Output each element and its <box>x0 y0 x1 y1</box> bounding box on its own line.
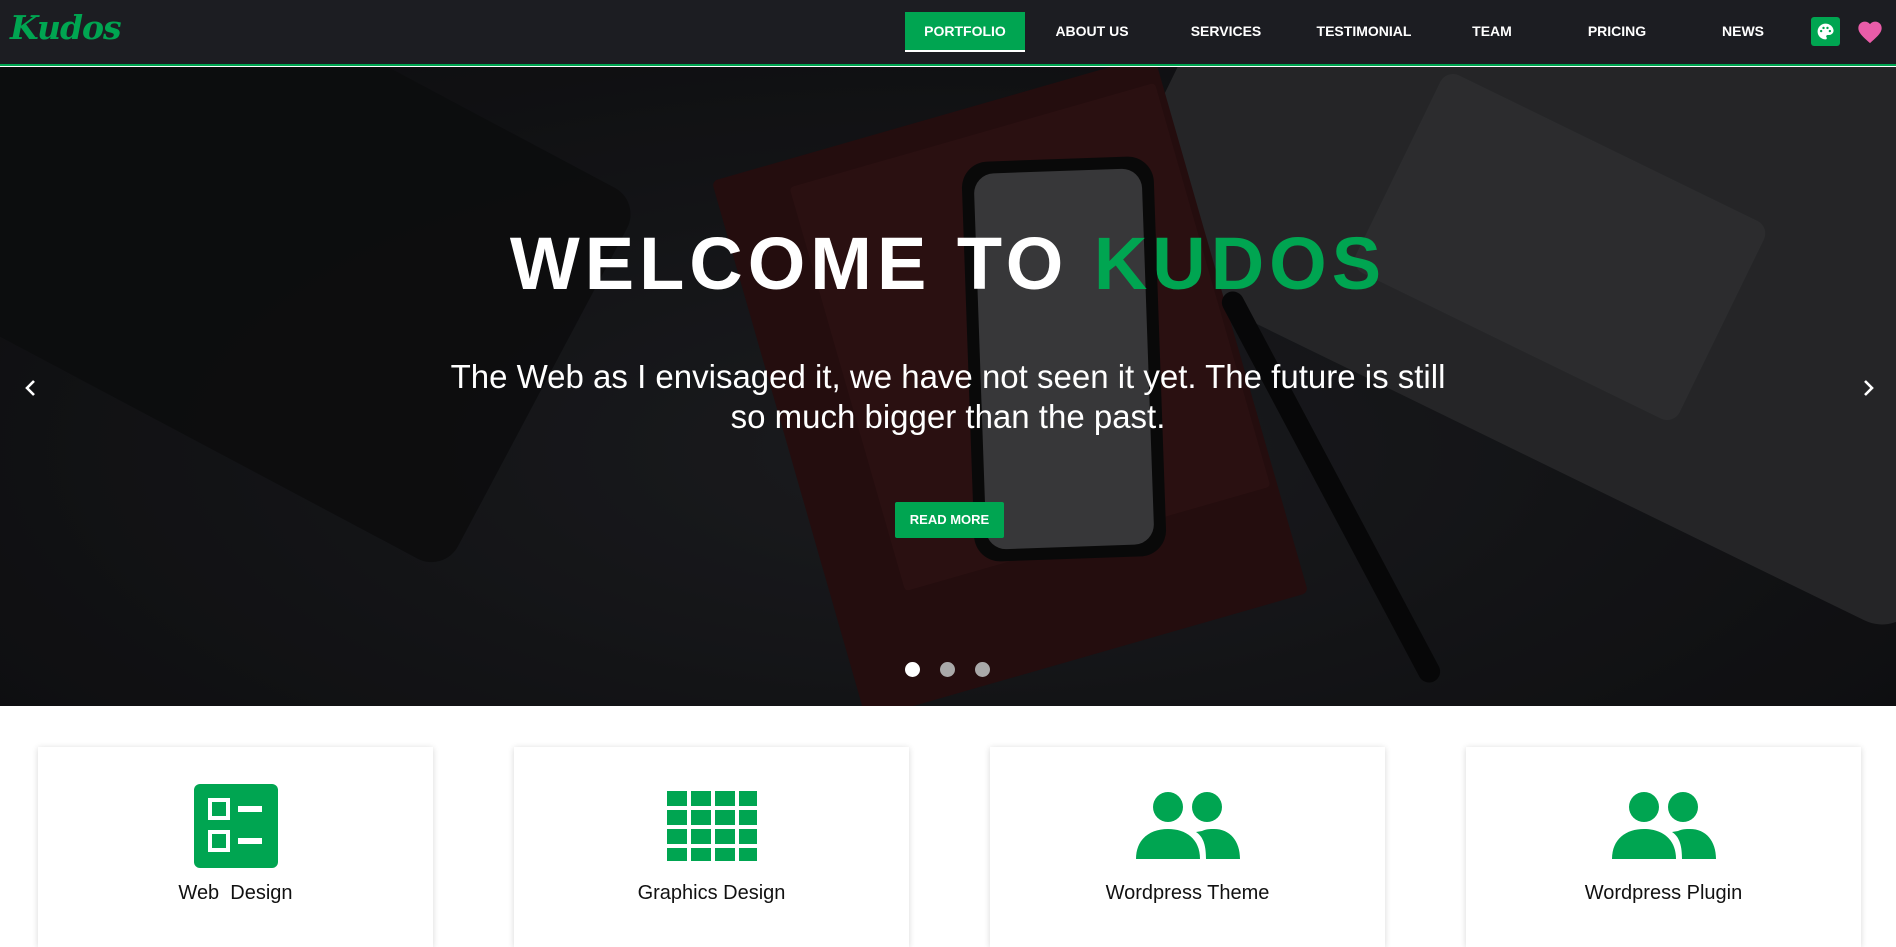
brand-logo[interactable]: Kudos <box>10 8 122 47</box>
palette-icon <box>1817 23 1834 40</box>
service-label: Wordpress Plugin <box>1584 882 1743 904</box>
nav-item-pricing[interactable]: PRICING <box>1565 12 1669 52</box>
list-layout-icon <box>193 784 278 868</box>
hero-title: WELCOME TO KUDOS <box>0 221 1896 306</box>
hero-title-accent: KUDOS <box>1093 222 1387 305</box>
nav-item-team[interactable]: TEAM <box>1452 12 1532 52</box>
service-label: Wordpress Theme <box>1105 882 1270 904</box>
slider-dot-1[interactable] <box>905 662 920 677</box>
service-card-web-design[interactable]: Web Design <box>38 747 433 947</box>
nav-item-portfolio[interactable]: PORTFOLIO <box>905 12 1025 52</box>
chevron-right-icon <box>1864 380 1874 396</box>
hero-slider: WELCOME TO KUDOS The Web as I envisaged … <box>0 67 1896 706</box>
theme-palette-button[interactable] <box>1811 17 1840 46</box>
top-navbar: Kudos PORTFOLIO ABOUT US SERVICES TESTIM… <box>0 0 1896 66</box>
chevron-left-icon <box>25 380 35 396</box>
service-card-graphics-design[interactable]: Graphics Design <box>514 747 909 947</box>
service-label: Web Design <box>178 882 293 904</box>
nav-item-services[interactable]: SERVICES <box>1174 12 1278 52</box>
slider-next-button[interactable] <box>1853 373 1883 403</box>
hero-title-white: WELCOME TO <box>509 222 1069 305</box>
service-label: Graphics Design <box>637 882 786 904</box>
nav-item-testimonial[interactable]: TESTIMONIAL <box>1302 12 1426 52</box>
slider-prev-button[interactable] <box>16 373 46 403</box>
hero-subtitle: The Web as I envisaged it, we have not s… <box>450 358 1446 435</box>
slider-dot-2[interactable] <box>940 662 955 677</box>
nav-item-news[interactable]: NEWS <box>1703 12 1783 52</box>
service-card-wordpress-plugin[interactable]: Wordpress Plugin <box>1466 747 1861 947</box>
read-more-button[interactable]: READ MORE <box>895 502 1004 538</box>
nav-item-about-us[interactable]: ABOUT US <box>1040 12 1144 52</box>
people-icon <box>1611 792 1716 859</box>
slider-dot-3[interactable] <box>975 662 990 677</box>
people-icon <box>1135 792 1240 859</box>
heart-icon <box>1858 21 1882 44</box>
grid-icon <box>666 791 757 861</box>
service-card-wordpress-theme[interactable]: Wordpress Theme <box>990 747 1385 947</box>
favorite-button[interactable] <box>1855 16 1885 46</box>
